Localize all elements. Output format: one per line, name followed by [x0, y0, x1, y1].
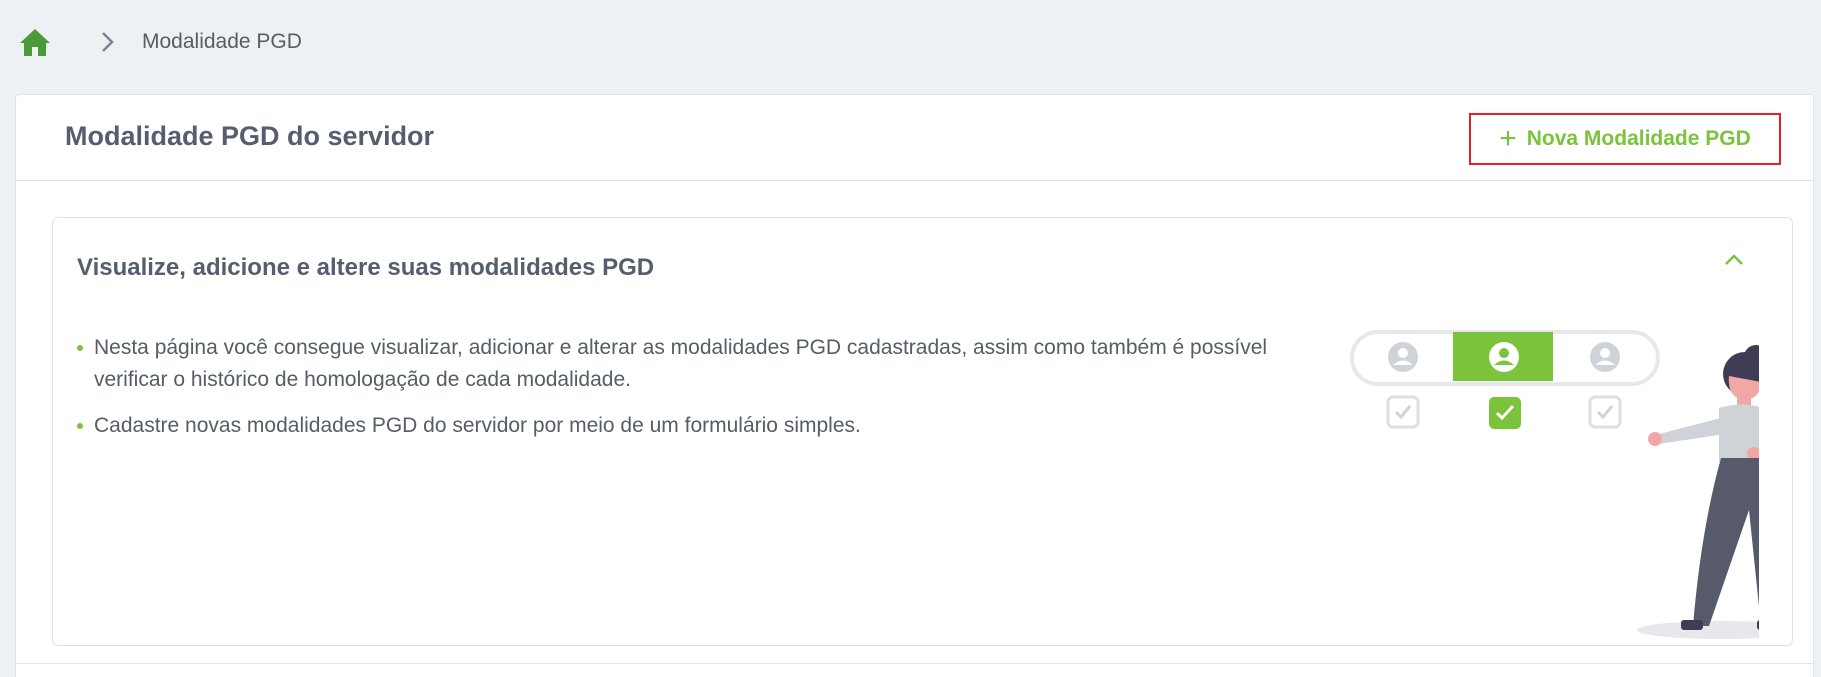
breadcrumb: Modalidade PGD [18, 22, 302, 62]
info-list: Nesta página você consegue visualizar, a… [77, 332, 1277, 456]
page-title: Modalidade PGD do servidor [65, 121, 435, 151]
plus-icon: + [1499, 122, 1517, 155]
card-header: Modalidade PGD do servidor + Nova Modali… [16, 95, 1813, 181]
panel-title: Visualize, adicione e altere suas modali… [77, 254, 655, 281]
info-panel: Visualize, adicione e altere suas modali… [52, 217, 1793, 646]
new-modalidade-button[interactable]: + Nova Modalidade PGD [1469, 113, 1781, 165]
profile-selection-illustration [1350, 330, 1759, 639]
chevron-right-icon [98, 30, 118, 54]
modalidade-card: Modalidade PGD do servidor + Nova Modali… [15, 94, 1814, 677]
divider [15, 663, 1814, 664]
chevron-up-icon[interactable] [1720, 246, 1748, 274]
new-modalidade-button-label: Nova Modalidade PGD [1526, 127, 1751, 150]
list-item: Cadastre novas modalidades PGD do servid… [77, 410, 1277, 442]
breadcrumb-current: Modalidade PGD [142, 30, 302, 53]
home-icon[interactable] [18, 25, 52, 59]
list-item: Nesta página você consegue visualizar, a… [77, 332, 1277, 396]
